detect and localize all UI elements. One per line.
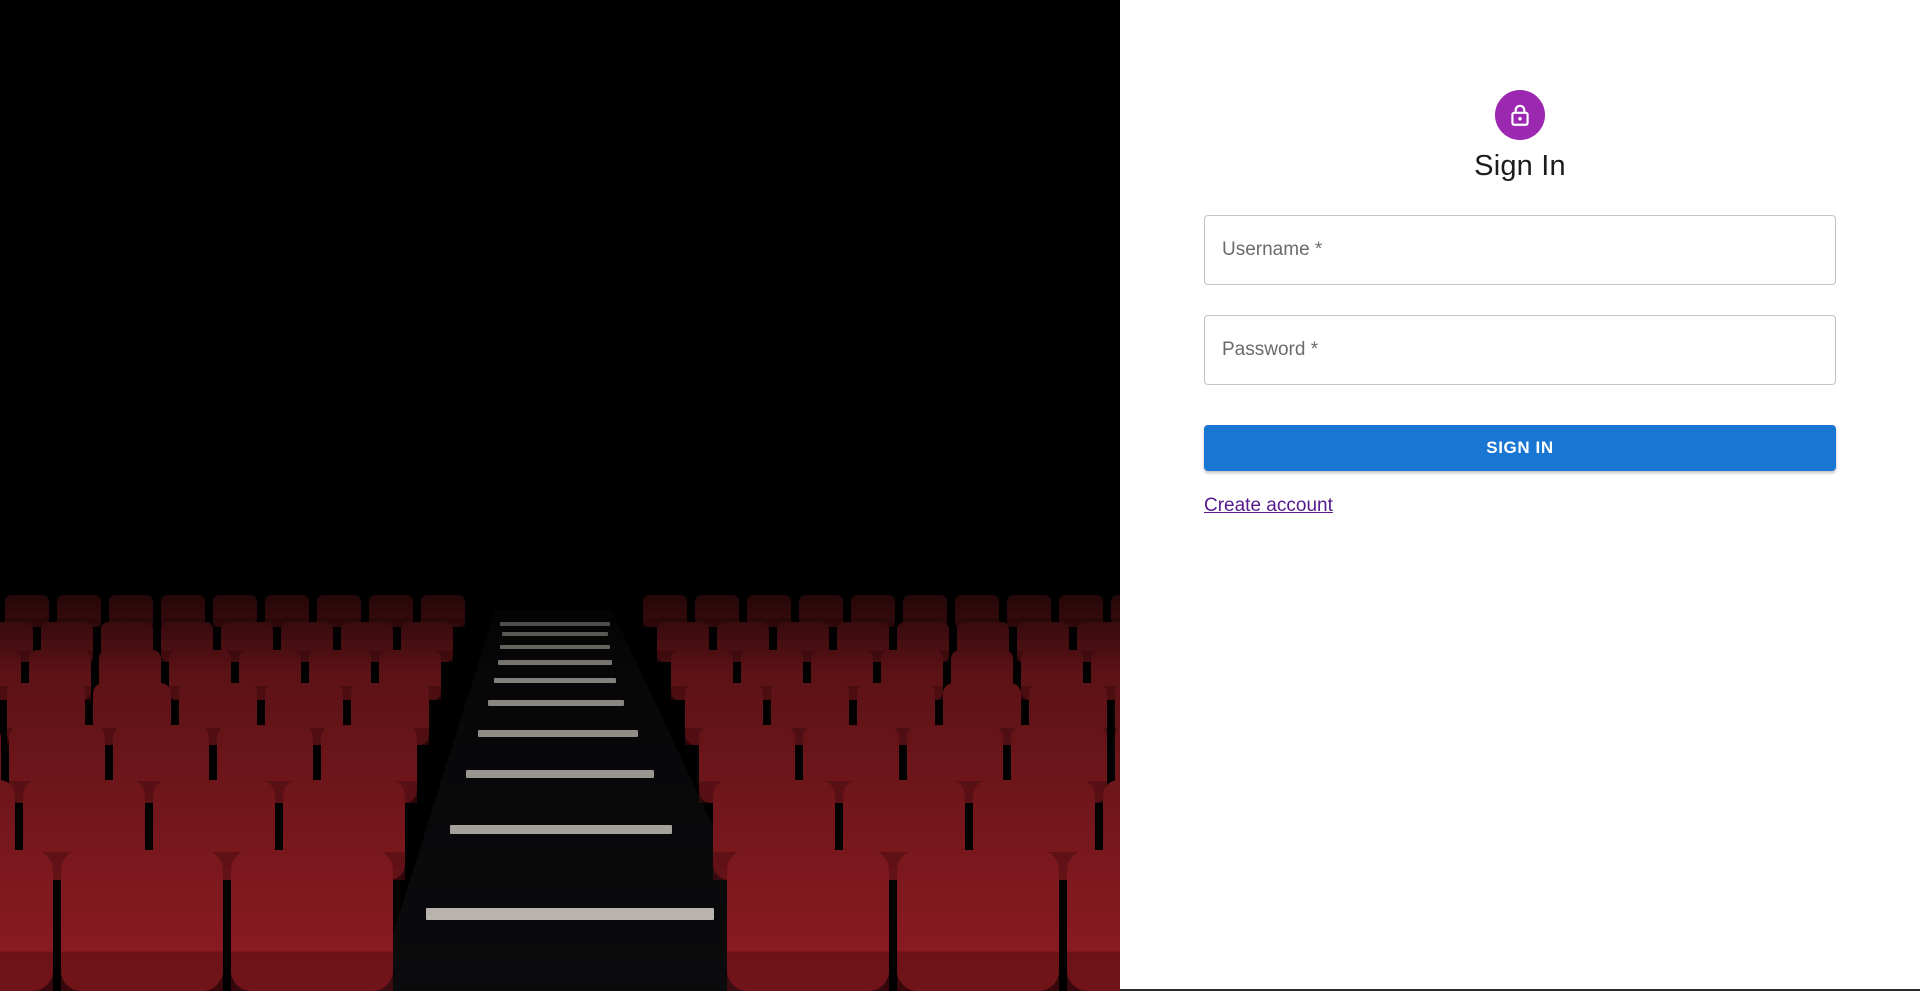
- hero-fade-overlay: [0, 0, 1120, 991]
- login-page: Sign In Username * Password * SIGN IN Cr…: [0, 0, 1920, 991]
- lock-icon: [1495, 90, 1545, 140]
- signin-form: Sign In Username * Password * SIGN IN Cr…: [1204, 90, 1836, 517]
- create-account-row: Create account: [1204, 495, 1836, 517]
- cinema-hero-image: [0, 0, 1120, 991]
- password-field[interactable]: Password *: [1204, 315, 1836, 385]
- username-input[interactable]: [1205, 216, 1835, 284]
- cinema-seats-illustration: [0, 0, 1120, 991]
- password-input[interactable]: [1205, 316, 1835, 384]
- sign-in-button[interactable]: SIGN IN: [1204, 425, 1836, 471]
- create-account-link[interactable]: Create account: [1204, 495, 1333, 516]
- username-field[interactable]: Username *: [1204, 215, 1836, 285]
- signin-panel: Sign In Username * Password * SIGN IN Cr…: [1120, 0, 1920, 991]
- page-title: Sign In: [1474, 150, 1566, 182]
